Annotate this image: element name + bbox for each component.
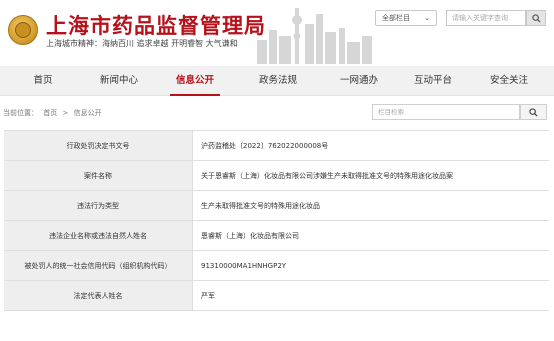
site-header: 上海市药品监督管理局 上海城市精神：海纳百川 追求卓越 开明睿智 大气谦和 全部… bbox=[0, 0, 554, 66]
search-icon bbox=[532, 14, 541, 23]
nav-item-home[interactable]: 首页 bbox=[12, 66, 74, 96]
table-row: 行政处罚决定书文号 沪药监稽处〔2022〕762022000008号 bbox=[4, 131, 549, 161]
field-label: 违法企业名称或违法自然人姓名 bbox=[4, 221, 193, 250]
field-label: 案件名称 bbox=[4, 161, 193, 190]
field-value: 91310000MA1HNHGP2Y bbox=[201, 262, 287, 270]
field-label: 法定代表人姓名 bbox=[4, 281, 193, 310]
table-row: 案件名称 关于恩睿斯（上海）化妆品有限公司涉嫌生产未取得批准文号的特殊用途化妆品… bbox=[4, 161, 549, 191]
channel-select[interactable]: 全部栏目 ⌄ bbox=[375, 10, 437, 26]
table-row: 违法行为类型 生产未取得批准文号的特殊用途化妆品 bbox=[4, 191, 549, 221]
main-nav: 首页 新闻中心 信息公开 政务法规 一网通办 互动平台 安全关注 bbox=[0, 66, 554, 96]
field-label: 被处罚人的统一社会信用代码（组织机构代码） bbox=[4, 251, 193, 280]
breadcrumb-prefix: 当前位置： bbox=[3, 109, 38, 117]
nav-item-interaction[interactable]: 互动平台 bbox=[402, 66, 464, 96]
nav-item-regulations[interactable]: 政务法规 bbox=[246, 66, 310, 96]
table-row: 违法企业名称或违法自然人姓名 恩睿斯（上海）化妆品有限公司 bbox=[4, 221, 549, 251]
nav-item-info-disclosure[interactable]: 信息公开 bbox=[164, 66, 226, 96]
emblem-logo[interactable] bbox=[8, 15, 38, 45]
breadcrumb: 当前位置： 首页 > 信息公开 bbox=[3, 108, 105, 118]
city-slogan: 上海城市精神：海纳百川 追求卓越 开明睿智 大气谦和 bbox=[46, 39, 238, 48]
breadcrumb-current[interactable]: 信息公开 bbox=[74, 109, 102, 117]
table-row: 法定代表人姓名 严军 bbox=[4, 281, 549, 311]
breadcrumb-home[interactable]: 首页 bbox=[43, 109, 57, 117]
table-row: 被处罚人的统一社会信用代码（组织机构代码） 91310000MA1HNHGP2Y bbox=[4, 251, 549, 281]
search-input[interactable]: 请输入关键字查询 bbox=[446, 10, 526, 26]
column-search-button[interactable] bbox=[520, 104, 547, 120]
field-label: 行政处罚决定书文号 bbox=[4, 131, 193, 160]
field-label: 违法行为类型 bbox=[4, 191, 193, 220]
field-value: 生产未取得批准文号的特殊用途化妆品 bbox=[201, 202, 320, 210]
breadcrumb-separator: > bbox=[62, 109, 69, 117]
site-title[interactable]: 上海市药品监督管理局 bbox=[46, 10, 266, 40]
field-value: 关于恩睿斯（上海）化妆品有限公司涉嫌生产未取得批准文号的特殊用途化妆品案 bbox=[201, 172, 453, 180]
search-icon bbox=[529, 108, 538, 117]
penalty-record-table: 行政处罚决定书文号 沪药监稽处〔2022〕762022000008号 案件名称 … bbox=[4, 130, 549, 311]
column-search-input[interactable]: 栏目检索 bbox=[372, 104, 520, 120]
field-value: 恩睿斯（上海）化妆品有限公司 bbox=[201, 232, 299, 240]
field-value: 沪药监稽处〔2022〕762022000008号 bbox=[201, 142, 329, 150]
nav-item-news[interactable]: 新闻中心 bbox=[88, 66, 150, 96]
nav-item-safety[interactable]: 安全关注 bbox=[476, 66, 542, 96]
nav-item-online-services[interactable]: 一网通办 bbox=[328, 66, 390, 96]
chevron-down-icon: ⌄ bbox=[424, 14, 430, 22]
skyline-illustration bbox=[257, 8, 372, 64]
search-button[interactable] bbox=[526, 10, 546, 26]
field-value: 严军 bbox=[201, 292, 215, 300]
